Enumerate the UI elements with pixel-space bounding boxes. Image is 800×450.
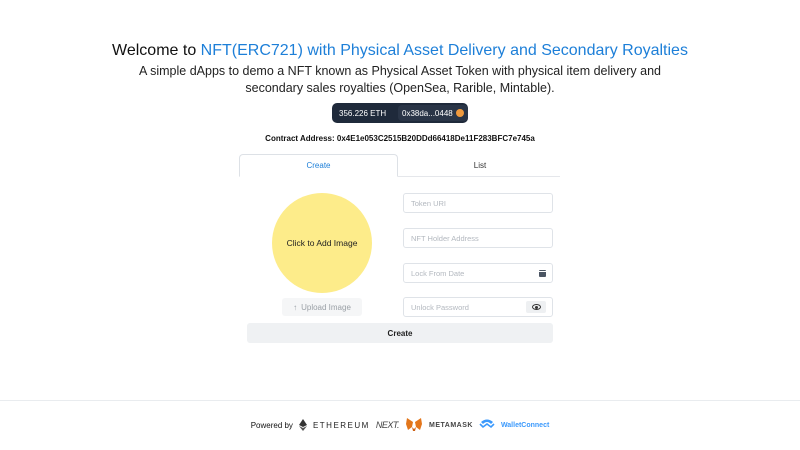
next-logo-text: NEXT. — [375, 420, 400, 430]
token-uri-field[interactable] — [403, 193, 553, 213]
page-header: Welcome to NFT(ERC721) with Physical Ass… — [0, 40, 800, 97]
calendar-icon[interactable] — [539, 270, 546, 277]
subtitle-line-1: A simple dApps to demo a NFT known as Ph… — [138, 64, 661, 78]
powered-by-label: Powered by — [250, 420, 293, 430]
footer: Powered by ETHEREUM NEXT. METAMASK Walle… — [0, 415, 800, 435]
upload-image-button[interactable]: ↑ Upload Image — [282, 298, 362, 316]
title-prefix: Welcome to — [112, 42, 201, 59]
walletconnect-logo-icon — [479, 419, 495, 431]
token-uri-input[interactable] — [404, 194, 552, 212]
show-password-button[interactable] — [526, 301, 546, 313]
metamask-logo-text: METAMASK — [429, 421, 473, 429]
wallet-balance: 356.226 ETH — [339, 108, 387, 118]
title-link[interactable]: NFT(ERC721) with Physical Asset Delivery… — [201, 42, 688, 59]
page-title: Welcome to NFT(ERC721) with Physical Ass… — [0, 40, 800, 62]
tab-list[interactable]: List — [400, 154, 560, 176]
add-image-dropzone[interactable]: Click to Add Image — [272, 193, 372, 293]
upload-image-label: Upload Image — [301, 302, 351, 312]
tab-create[interactable]: Create — [239, 154, 398, 177]
lock-date-input[interactable] — [404, 264, 552, 282]
password-field[interactable] — [403, 297, 553, 317]
arrow-up-icon: ↑ — [293, 302, 298, 312]
wallet-address: 0x38da...0448 — [402, 108, 453, 118]
footer-divider — [0, 400, 800, 401]
wallet-account-button[interactable]: 356.226 ETH 0x38da...0448 — [332, 103, 468, 123]
tab-bar: Create List — [239, 154, 560, 177]
create-button[interactable]: Create — [247, 323, 553, 343]
holder-address-input[interactable] — [404, 229, 552, 247]
wallet-address-chip[interactable]: 0x38da...0448 — [398, 105, 468, 121]
eye-icon — [531, 304, 541, 310]
subtitle-line-2: secondary sales royalties (OpenSea, Rari… — [245, 81, 555, 95]
page-subtitle: A simple dApps to demo a NFT known as Ph… — [0, 63, 800, 97]
ethereum-logo-icon — [298, 419, 307, 431]
ethereum-logo-text: ETHEREUM — [312, 420, 370, 430]
holder-address-field[interactable] — [403, 228, 553, 248]
lock-date-field[interactable] — [403, 263, 553, 283]
metamask-logo-icon — [405, 415, 423, 435]
walletconnect-logo-text: WalletConnect — [500, 421, 550, 429]
metamask-fox-icon — [455, 109, 464, 117]
contract-address: Contract Address: 0x4E1e053C2515B20DDd66… — [265, 134, 535, 143]
